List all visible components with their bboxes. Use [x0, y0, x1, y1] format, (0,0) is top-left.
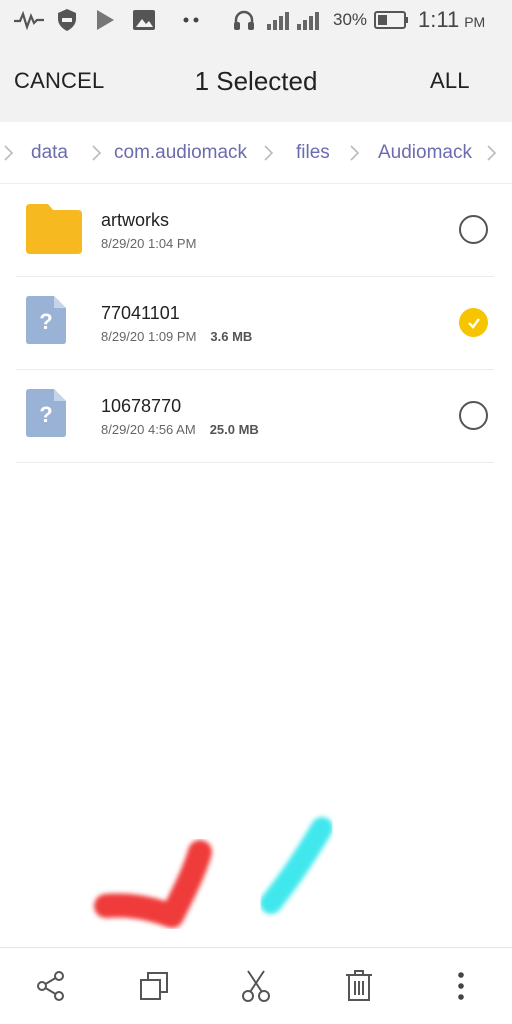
delete-button[interactable]: [339, 966, 379, 1006]
clock-time: 1:11: [418, 7, 460, 32]
shield-icon: [56, 0, 78, 40]
file-date: 8/29/20 1:04 PM: [101, 236, 197, 251]
battery-icon: [374, 0, 410, 40]
copy-button[interactable]: [134, 966, 174, 1006]
breadcrumb-item-files[interactable]: files: [296, 122, 330, 183]
file-name: 10678770: [101, 396, 182, 416]
chevron-right-icon: [487, 145, 497, 161]
file-date: 8/29/20 1:09 PM: [101, 329, 197, 344]
play-store-icon: [94, 0, 116, 40]
breadcrumb: data com.audiomack files Audiomack: [0, 122, 512, 184]
chevron-right-icon: [350, 145, 360, 161]
cell-signal-icon: [266, 0, 292, 40]
select-checkbox[interactable]: [459, 401, 488, 430]
cut-button[interactable]: [236, 966, 276, 1006]
file-name: 77041101: [101, 303, 180, 323]
select-all-button[interactable]: ALL: [430, 40, 470, 122]
file-name: artworks: [101, 210, 170, 230]
cell-signal-icon: [296, 0, 322, 40]
dots-icon: [182, 0, 202, 40]
svg-text:?: ?: [39, 402, 52, 427]
share-icon: [37, 971, 64, 1001]
cancel-button[interactable]: CANCEL: [14, 40, 104, 122]
breadcrumb-item-com-audiomack[interactable]: com.audiomack: [114, 122, 247, 183]
share-button[interactable]: [31, 966, 71, 1006]
cut-icon: [242, 970, 270, 1002]
selection-header: 1 Selected CANCEL ALL: [0, 40, 512, 122]
unknown-file-icon: ?: [26, 296, 66, 344]
select-checkbox[interactable]: [459, 308, 488, 337]
checkmark-icon: [467, 317, 480, 329]
more-options-button[interactable]: [441, 966, 481, 1006]
annotation-strokes: [94, 817, 333, 928]
headphones-icon: [232, 0, 256, 40]
unknown-file-icon: ?: [26, 389, 66, 437]
clock-ampm: PM: [464, 14, 486, 30]
delete-icon: [346, 970, 372, 1001]
file-size: 25.0 MB: [209, 422, 259, 437]
more-icon: [458, 972, 464, 1000]
image-icon: [132, 0, 156, 40]
chevron-right-icon: [92, 145, 102, 161]
battery-percent: 30%: [333, 10, 368, 29]
breadcrumb-item-audiomack[interactable]: Audiomack: [378, 122, 472, 183]
list-item[interactable]: artworks 8/29/20 1:04 PM: [16, 184, 494, 277]
file-size: 3.6 MB: [210, 329, 253, 344]
status-bar: 30% 1:11 PM: [0, 0, 512, 40]
list-item[interactable]: ? 77041101 8/29/20 1:09 PM 3.6 MB: [16, 277, 494, 370]
bottom-action-bar: [0, 947, 512, 1024]
signal-wave-icon: [14, 0, 44, 40]
copy-icon: [140, 972, 168, 1000]
folder-icon: [26, 204, 82, 254]
file-date: 8/29/20 4:56 AM: [101, 422, 196, 437]
list-item[interactable]: ? 10678770 8/29/20 4:56 AM 25.0 MB: [16, 370, 494, 463]
cyan-slash-stroke: [260, 817, 333, 914]
svg-text:?: ?: [39, 309, 52, 334]
chevron-right-icon: [4, 145, 14, 161]
chevron-right-icon: [264, 145, 274, 161]
breadcrumb-item-data[interactable]: data: [31, 122, 68, 183]
red-check-stroke: [94, 840, 212, 928]
select-checkbox[interactable]: [459, 215, 488, 244]
